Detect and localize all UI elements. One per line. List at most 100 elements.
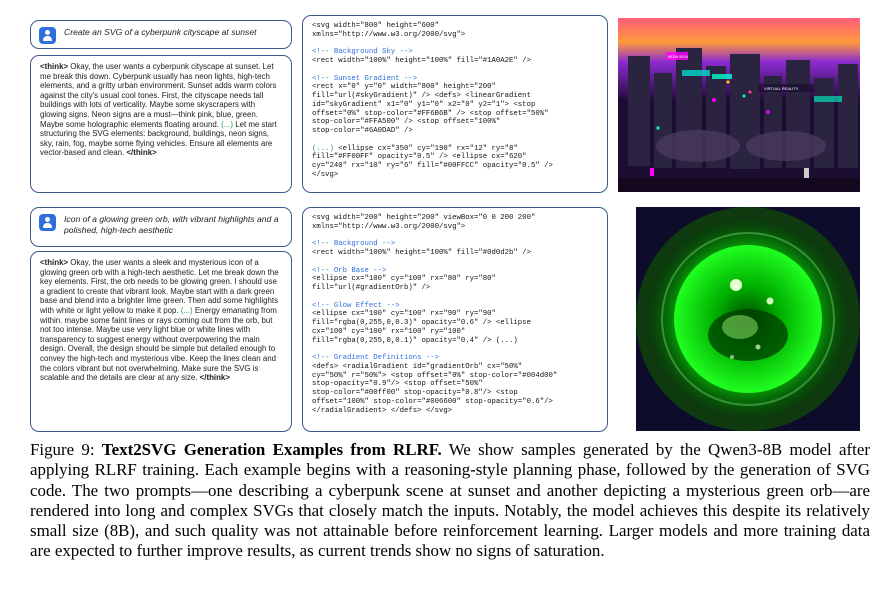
code-line: offset="100%" stop-color="#006600" stop-… bbox=[312, 398, 598, 407]
code-line-text: <!-- Sunset Gradient --> bbox=[312, 74, 418, 83]
code-comment-line: <!-- Background Sky --> bbox=[312, 48, 598, 57]
think-ellipsis: (...) bbox=[221, 119, 233, 129]
code-line: <rect width="100%" height="100%" fill="#… bbox=[312, 249, 598, 258]
code-line-text: cy="240" rx="10" ry="6" fill="#00FFCC" o… bbox=[312, 162, 553, 170]
vr-sign-label: VIRTUAL REALITY bbox=[764, 86, 799, 91]
code-line-text: stop-color="#FFA500" /> <stop offset="10… bbox=[312, 118, 501, 127]
code-line: </radialGradient> </defs> </svg> bbox=[312, 407, 598, 416]
code-line-rest: <ellipse cx="350" cy="190" rx="12" ry="8… bbox=[333, 144, 518, 153]
code-line-text: <!-- Gradient Definitions --> bbox=[312, 354, 439, 362]
prompt-text-2: Icon of a glowing green orb, with vibran… bbox=[64, 214, 279, 235]
code-line-text: <!-- Orb Base --> bbox=[312, 266, 387, 275]
code-line: xmlns="http://www.w3.org/2000/svg"> bbox=[312, 223, 598, 232]
code-line-text: fill="#FF00FF" opacity="0.5" /> <ellipse… bbox=[312, 153, 527, 162]
code-line: stop-opacity="0.9"/> <stop offset="50%" bbox=[312, 380, 598, 389]
code-line-text: xmlns="http://www.w3.org/2000/svg"> bbox=[312, 30, 466, 39]
code-line-text: offset="0%" stop-color="#FF6B6B" /> <sto… bbox=[312, 109, 549, 118]
think-open-tag: <think> bbox=[40, 258, 69, 267]
code-line-text: fill="rgba(0,255,0,0.3)" opacity="0.6" /… bbox=[312, 319, 531, 327]
code-line-text: <rect x="0" y="0" width="800" height="20… bbox=[312, 83, 496, 92]
neon-sign-label: NEON SIGN bbox=[668, 55, 688, 59]
code-line-text: stop-color="#6A0DAD" /> bbox=[312, 127, 413, 135]
code-comment-line: <!-- Glow Effect --> bbox=[312, 302, 598, 311]
think-card-1: <think> Okay, the user wants a cyberpunk… bbox=[30, 55, 292, 193]
code-line: cy="50%" r="50%"> <stop offset="0%" stop… bbox=[312, 372, 598, 381]
code-line-text: fill="url(#gradientOrb)" /> bbox=[312, 284, 431, 292]
code-line-text: <svg width="800" height="600" bbox=[312, 22, 439, 30]
user-icon bbox=[39, 27, 56, 44]
code-comment-line: <!-- Sunset Gradient --> bbox=[312, 75, 598, 84]
code-line-text: cx="100" cy="100" rx="100" ry="100" bbox=[312, 327, 466, 336]
code-line: <svg width="200" height="200" viewBox="0… bbox=[312, 214, 598, 223]
code-line: stop-color="#00ff00" stop-opacity="0.8"/… bbox=[312, 389, 598, 398]
think-card-2: <think> Okay, the user wants a sleek and… bbox=[30, 251, 292, 432]
code-comment-line: <!-- Orb Base --> bbox=[312, 267, 598, 276]
code-line-text: stop-color="#00ff00" stop-opacity="0.8"/… bbox=[312, 389, 518, 397]
code-line-text: stop-opacity="0.9"/> <stop offset="50%" bbox=[312, 380, 483, 389]
figure-caption: Figure 9: Text2SVG Generation Examples f… bbox=[30, 440, 870, 562]
code-line: xmlns="http://www.w3.org/2000/svg"> bbox=[312, 31, 598, 40]
code-line-text: <!-- Glow Effect --> bbox=[312, 301, 400, 310]
code-line-text: <ellipse cx="100" cy="100" rx="90" ry="9… bbox=[312, 310, 496, 319]
code-line: cx="100" cy="100" rx="100" ry="100" bbox=[312, 328, 598, 337]
code-line: stop-color="#6A0DAD" /> bbox=[312, 127, 598, 136]
green-orb-render-image bbox=[636, 207, 860, 431]
think-ellipsis: (...) bbox=[180, 305, 193, 315]
code-card-2: <svg width="200" height="200" viewBox="0… bbox=[302, 207, 608, 432]
caption-title: Text2SVG Generation Examples from RLRF. bbox=[101, 440, 442, 459]
code-line: (...) <ellipse cx="350" cy="190" rx="12"… bbox=[312, 145, 598, 154]
prompt-card-1: Create an SVG of a cyberpunk cityscape a… bbox=[30, 20, 292, 49]
code-line: <defs> <radialGradient id="gradientOrb" … bbox=[312, 363, 598, 372]
code-line-text: <ellipse cx="100" cy="100" rx="80" ry="8… bbox=[312, 275, 496, 284]
code-card-1: <svg width="800" height="600" xmlns="http… bbox=[302, 15, 608, 193]
code-line: <svg width="800" height="600" bbox=[312, 22, 598, 31]
code-line-text: (...) bbox=[312, 144, 334, 153]
cyberpunk-render-image: NEON SIGN VIRTUAL REALITY bbox=[618, 18, 860, 192]
caption-label: Figure 9: bbox=[30, 440, 102, 459]
code-line: <rect width="100%" height="100%" fill="#… bbox=[312, 57, 598, 66]
prompt-card-2: Icon of a glowing green orb, with vibran… bbox=[30, 207, 292, 247]
code-line: fill="url(#skyGradient)" /> <defs> <line… bbox=[312, 92, 598, 101]
code-line: stop-color="#FFA500" /> <stop offset="10… bbox=[312, 118, 598, 127]
code-line-text: <svg width="200" height="200" viewBox="0… bbox=[312, 214, 536, 222]
code-line: <ellipse cx="100" cy="100" rx="80" ry="8… bbox=[312, 275, 598, 284]
code-comment-line: <!-- Gradient Definitions --> bbox=[312, 354, 598, 363]
code-line-text: <rect width="100%" height="100%" fill="#… bbox=[312, 249, 531, 257]
code-line: id="skyGradient" x1="0" y1="0" x2="0" y2… bbox=[312, 101, 598, 110]
prompt-text-1: Create an SVG of a cyberpunk cityscape a… bbox=[64, 27, 257, 37]
code-line-text: <rect width="100%" height="100%" fill="#… bbox=[312, 57, 531, 65]
think-open-tag: <think> bbox=[40, 62, 69, 71]
code-line: offset="0%" stop-color="#FF6B6B" /> <sto… bbox=[312, 110, 598, 119]
code-line-text: <defs> <radialGradient id="gradientOrb" … bbox=[312, 362, 523, 371]
think-close-tag: </think> bbox=[126, 148, 157, 158]
code-line-text: offset="100%" stop-color="#006600" stop-… bbox=[312, 397, 553, 406]
code-line-text: <!-- Background Sky --> bbox=[312, 48, 413, 57]
code-line-text: xmlns="http://www.w3.org/2000/svg"> bbox=[312, 222, 466, 231]
code-line: <ellipse cx="100" cy="100" rx="90" ry="9… bbox=[312, 310, 598, 319]
code-comment-line: <!-- Background --> bbox=[312, 240, 598, 249]
code-line: </svg> bbox=[312, 171, 598, 180]
code-line: fill="#FF00FF" opacity="0.5" /> <ellipse… bbox=[312, 153, 598, 162]
code-line: fill="rgba(0,255,0,0.1)" opacity="0.4" /… bbox=[312, 337, 598, 346]
code-line-text: <!-- Background --> bbox=[312, 240, 396, 249]
code-line-text: </radialGradient> </defs> </svg> bbox=[312, 406, 453, 415]
code-line-text: </svg> bbox=[312, 170, 339, 179]
think-tail: Energy emanating from within. maybe some… bbox=[40, 305, 277, 383]
code-line-text: fill="rgba(0,255,0,0.1)" opacity="0.4" /… bbox=[312, 336, 518, 345]
code-line-text: fill="url(#skyGradient)" /> <defs> <line… bbox=[312, 92, 531, 100]
code-line: fill="url(#gradientOrb)" /> bbox=[312, 284, 598, 293]
user-icon bbox=[39, 214, 56, 231]
code-line-text: cy="50%" r="50%"> <stop offset="0%" stop… bbox=[312, 371, 558, 380]
code-line-text: id="skyGradient" x1="0" y1="0" x2="0" y2… bbox=[312, 100, 536, 109]
code-line: cy="240" rx="10" ry="6" fill="#00FFCC" o… bbox=[312, 162, 598, 171]
code-line: <rect x="0" y="0" width="800" height="20… bbox=[312, 83, 598, 92]
think-close-tag: </think> bbox=[199, 373, 230, 383]
code-line: fill="rgba(0,255,0,0.3)" opacity="0.6" /… bbox=[312, 319, 598, 328]
